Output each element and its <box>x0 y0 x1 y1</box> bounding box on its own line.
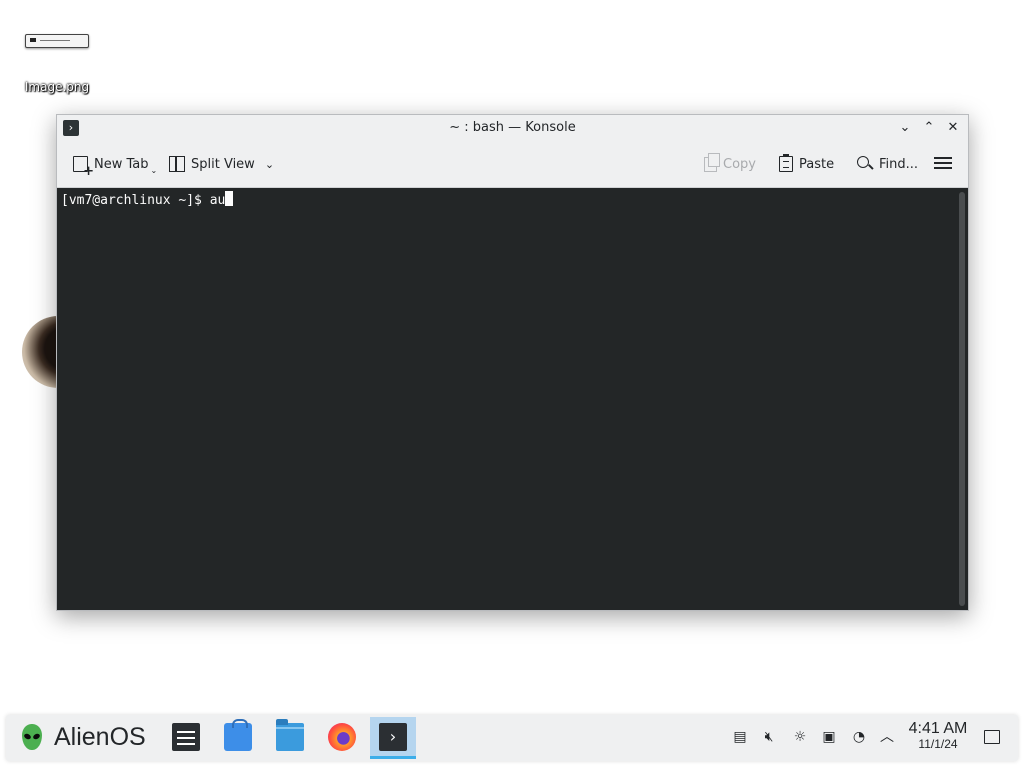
window-titlebar[interactable]: › ~ : bash — Konsole ⌄ ⌃ ✕ <box>57 115 968 141</box>
hamburger-menu-button[interactable] <box>934 153 958 173</box>
paste-label: Paste <box>799 156 835 172</box>
konsole-icon: › <box>379 723 407 751</box>
task-system-settings[interactable] <box>163 717 209 759</box>
split-view-button[interactable]: Split View ⌄ <box>169 154 274 174</box>
volume-muted-icon[interactable]: 🔇︎ <box>761 729 777 745</box>
new-tab-label: New Tab <box>94 156 149 172</box>
terminal-scrollbar[interactable] <box>959 192 965 606</box>
task-firefox[interactable] <box>319 717 365 759</box>
clipboard-icon[interactable]: ▤ <box>732 729 748 745</box>
text-cursor <box>225 191 234 206</box>
launcher-label: AlienOS <box>54 723 146 751</box>
file-manager-icon <box>276 719 304 751</box>
clock[interactable]: 4:41 AM 11/1/24 <box>903 720 973 751</box>
image-file-icon <box>25 34 89 48</box>
desktop-icon-label: Image.png <box>24 80 90 94</box>
task-file-manager[interactable] <box>267 717 313 759</box>
copy-label: Copy <box>723 156 756 172</box>
paste-icon <box>779 154 793 172</box>
brightness-icon[interactable]: ☼ <box>792 729 808 745</box>
desktop: Image.png › ~ : bash — Konsole ⌄ ⌃ ✕ New… <box>0 0 1024 768</box>
hamburger-menu-icon <box>934 156 952 170</box>
application-launcher[interactable]: AlienOS <box>20 723 146 752</box>
terminal-prompt: [vm7@archlinux ~]$ <box>61 193 210 208</box>
paste-button[interactable]: Paste <box>779 154 834 174</box>
new-tab-button[interactable]: New Tab ⌄ <box>73 154 158 178</box>
updates-icon[interactable]: ◔ <box>851 729 867 745</box>
new-tab-icon <box>73 156 94 178</box>
terminal-area[interactable]: [vm7@archlinux ~]$ au <box>57 188 968 610</box>
konsole-window: › ~ : bash — Konsole ⌄ ⌃ ✕ New Tab ⌄ Spl… <box>56 114 969 611</box>
clock-time: 4:41 AM <box>908 720 968 737</box>
split-view-label: Split View <box>191 156 255 172</box>
close-button[interactable]: ✕ <box>943 118 963 138</box>
find-button[interactable]: Find... <box>857 154 918 174</box>
terminal-input: au <box>209 193 226 208</box>
copy-button[interactable]: Copy <box>704 152 756 174</box>
split-view-icon <box>169 156 185 172</box>
terminal-line: [vm7@archlinux ~]$ au <box>61 191 234 208</box>
chevron-down-icon[interactable]: ⌄ <box>151 166 158 175</box>
alien-logo-icon <box>20 723 44 752</box>
storage-icon[interactable]: ▣ <box>821 729 837 745</box>
window-title: ~ : bash — Konsole <box>449 120 576 135</box>
taskbar: AlienOS › ▤ 🔇︎ ☼ ▣ ◔ ︿ 4:41 AM 11/1/24 <box>6 715 1018 761</box>
copy-icon <box>704 152 720 172</box>
discover-store-icon <box>224 719 252 751</box>
search-icon <box>857 156 873 172</box>
show-desktop-button[interactable] <box>984 730 1000 744</box>
task-konsole[interactable]: › <box>370 717 416 759</box>
chevron-down-icon[interactable]: ⌄ <box>265 158 274 171</box>
minimize-button[interactable]: ⌄ <box>895 118 915 138</box>
maximize-button[interactable]: ⌃ <box>919 118 939 138</box>
find-label: Find... <box>879 156 919 172</box>
expand-tray-icon[interactable]: ︿ <box>879 729 895 745</box>
system-settings-icon <box>172 723 200 751</box>
clock-date: 11/1/24 <box>918 737 958 751</box>
firefox-icon <box>328 723 356 751</box>
desktop-icon-image-png[interactable]: Image.png <box>18 28 96 94</box>
konsole-toolbar: New Tab ⌄ Split View ⌄ Copy Paste Find..… <box>57 141 968 188</box>
task-discover-store[interactable] <box>215 717 261 759</box>
